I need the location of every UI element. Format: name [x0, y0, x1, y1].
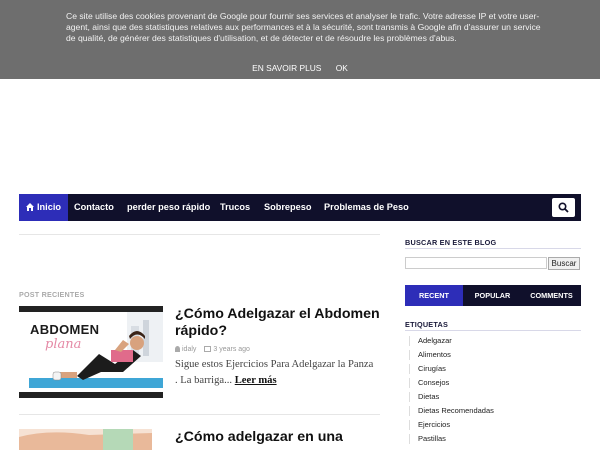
post-meta: idaly 3 years ago — [175, 346, 250, 353]
tag-item[interactable]: Dietas — [405, 390, 581, 404]
post-divider — [19, 414, 380, 415]
thumbnail-caption: ABDOMEN — [30, 322, 100, 337]
tab-comments[interactable]: COMMENTS — [522, 285, 581, 306]
nav-item-contacto[interactable]: Contacto — [67, 194, 121, 221]
tab-recent[interactable]: RECENT — [405, 285, 463, 306]
sidebar-tabs: RECENT POPULAR COMMENTS — [405, 285, 581, 306]
post-title[interactable]: ¿Cómo Adelgazar el Abdomen rápido? — [175, 306, 380, 340]
content-divider — [19, 234, 380, 235]
nav-item-sobrepeso[interactable]: Sobrepeso — [257, 194, 318, 221]
home-icon — [26, 195, 34, 211]
author-icon — [175, 346, 180, 353]
tag-item[interactable]: Alimentos — [405, 348, 581, 362]
nav-item-perder-peso-rapido[interactable]: perder peso rápido — [120, 194, 217, 221]
main-navbar: Inicio Contacto perder peso rápido Truco… — [19, 194, 581, 221]
cookie-banner: Ce site utilise des cookies provenant de… — [0, 0, 600, 79]
search-button[interactable] — [552, 198, 575, 217]
tag-item[interactable]: Ejercicios — [405, 418, 581, 432]
post-author: idaly — [182, 346, 197, 353]
nav-item-trucos[interactable]: Trucos — [213, 194, 257, 221]
cookie-actions: EN SAVOIR PLUS OK — [0, 63, 600, 73]
calendar-icon — [204, 346, 212, 353]
widget-divider — [405, 248, 581, 249]
nav-item-problemas-de-peso[interactable]: Problemas de Peso — [317, 194, 416, 221]
nav-item-inicio[interactable]: Inicio — [19, 194, 68, 221]
cookie-ok-button[interactable]: OK — [336, 63, 348, 73]
post-date: 3 years ago — [213, 346, 250, 353]
tab-popular[interactable]: POPULAR — [463, 285, 522, 306]
blog-search-input[interactable] — [405, 257, 547, 269]
post-thumbnail[interactable] — [19, 429, 152, 450]
post-thumbnail[interactable]: ABDOMEN plana — [19, 306, 163, 398]
learn-more-link[interactable]: EN SAVOIR PLUS — [252, 63, 321, 73]
post-title[interactable]: ¿Cómo adelgazar en una — [175, 429, 380, 446]
tag-item[interactable]: Adelgazar — [405, 334, 581, 348]
recent-posts-label: POST RECIENTES — [19, 290, 85, 299]
nav-item-label: Inicio — [37, 202, 61, 212]
tags-widget-title: ETIQUETAS — [405, 320, 449, 329]
thumbnail-script: plana — [45, 337, 82, 352]
tag-item[interactable]: Dietas Recomendadas — [405, 404, 581, 418]
tag-list: Adelgazar Alimentos Cirugías Consejos Di… — [405, 334, 581, 446]
post-excerpt: Sigue estos Ejercicios Para Adelgazar la… — [175, 357, 375, 389]
tag-item[interactable]: Consejos — [405, 376, 581, 390]
tag-item[interactable]: Pastillas — [405, 432, 581, 446]
cookie-notice-text: Ce site utilise des cookies provenant de… — [66, 11, 541, 43]
widget-divider — [405, 330, 581, 331]
read-more-link[interactable]: Leer más — [235, 375, 277, 386]
blog-search-button[interactable]: Buscar — [548, 257, 580, 270]
search-widget-title: BUSCAR EN ESTE BLOG — [405, 238, 497, 247]
tag-item[interactable]: Cirugías — [405, 362, 581, 376]
